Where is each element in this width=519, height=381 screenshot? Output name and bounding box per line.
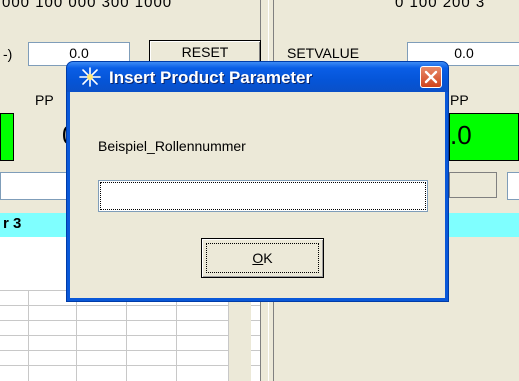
right-info-field-1	[449, 172, 497, 198]
left-panel-title: r 3	[3, 215, 22, 232]
parameter-input[interactable]	[98, 180, 428, 212]
dialog-title: Insert Product Parameter	[109, 68, 313, 87]
right-scale-labels: 0 100 200 3	[395, 0, 486, 11]
setvalue-label: SETVALUE	[287, 45, 360, 61]
grid-row-line	[0, 305, 260, 306]
dialog-client-area: Beispiel_Rollennummer OK	[70, 92, 445, 298]
right-panel-body	[449, 237, 519, 381]
right-pp-label: PP	[450, 92, 469, 108]
grid-row-line	[0, 335, 260, 336]
sparkle-icon	[79, 67, 101, 87]
ok-button[interactable]: OK	[201, 238, 324, 278]
left-pp-label: PP	[35, 92, 54, 108]
left-paren-label: -)	[3, 46, 13, 62]
grid-col-line	[76, 290, 77, 381]
close-icon	[424, 70, 438, 84]
ok-button-label: OK	[252, 250, 273, 266]
right-panel-header	[449, 213, 519, 237]
grid-col-line	[28, 290, 29, 381]
grid-col-line	[176, 290, 177, 381]
grid-scrollbar[interactable]	[228, 290, 251, 381]
left-status-indicator	[0, 113, 14, 161]
dialog-titlebar[interactable]: Insert Product Parameter	[67, 62, 448, 92]
close-button[interactable]	[420, 66, 442, 88]
right-green-value: .0	[450, 120, 472, 150]
left-info-field	[0, 172, 68, 200]
input-focus-ring	[100, 182, 426, 210]
right-info-field-2	[507, 172, 519, 200]
grid-row-line	[0, 350, 260, 351]
grid-row-line	[0, 365, 260, 366]
dialog-prompt: Beispiel_Rollennummer	[98, 138, 246, 154]
grid-row-line	[0, 320, 260, 321]
insert-product-parameter-dialog: Insert Product Parameter Beispiel_Rollen…	[66, 61, 449, 302]
left-scale-labels: 000 100 000 300 1000	[2, 0, 173, 11]
grid-col-line	[126, 290, 127, 381]
